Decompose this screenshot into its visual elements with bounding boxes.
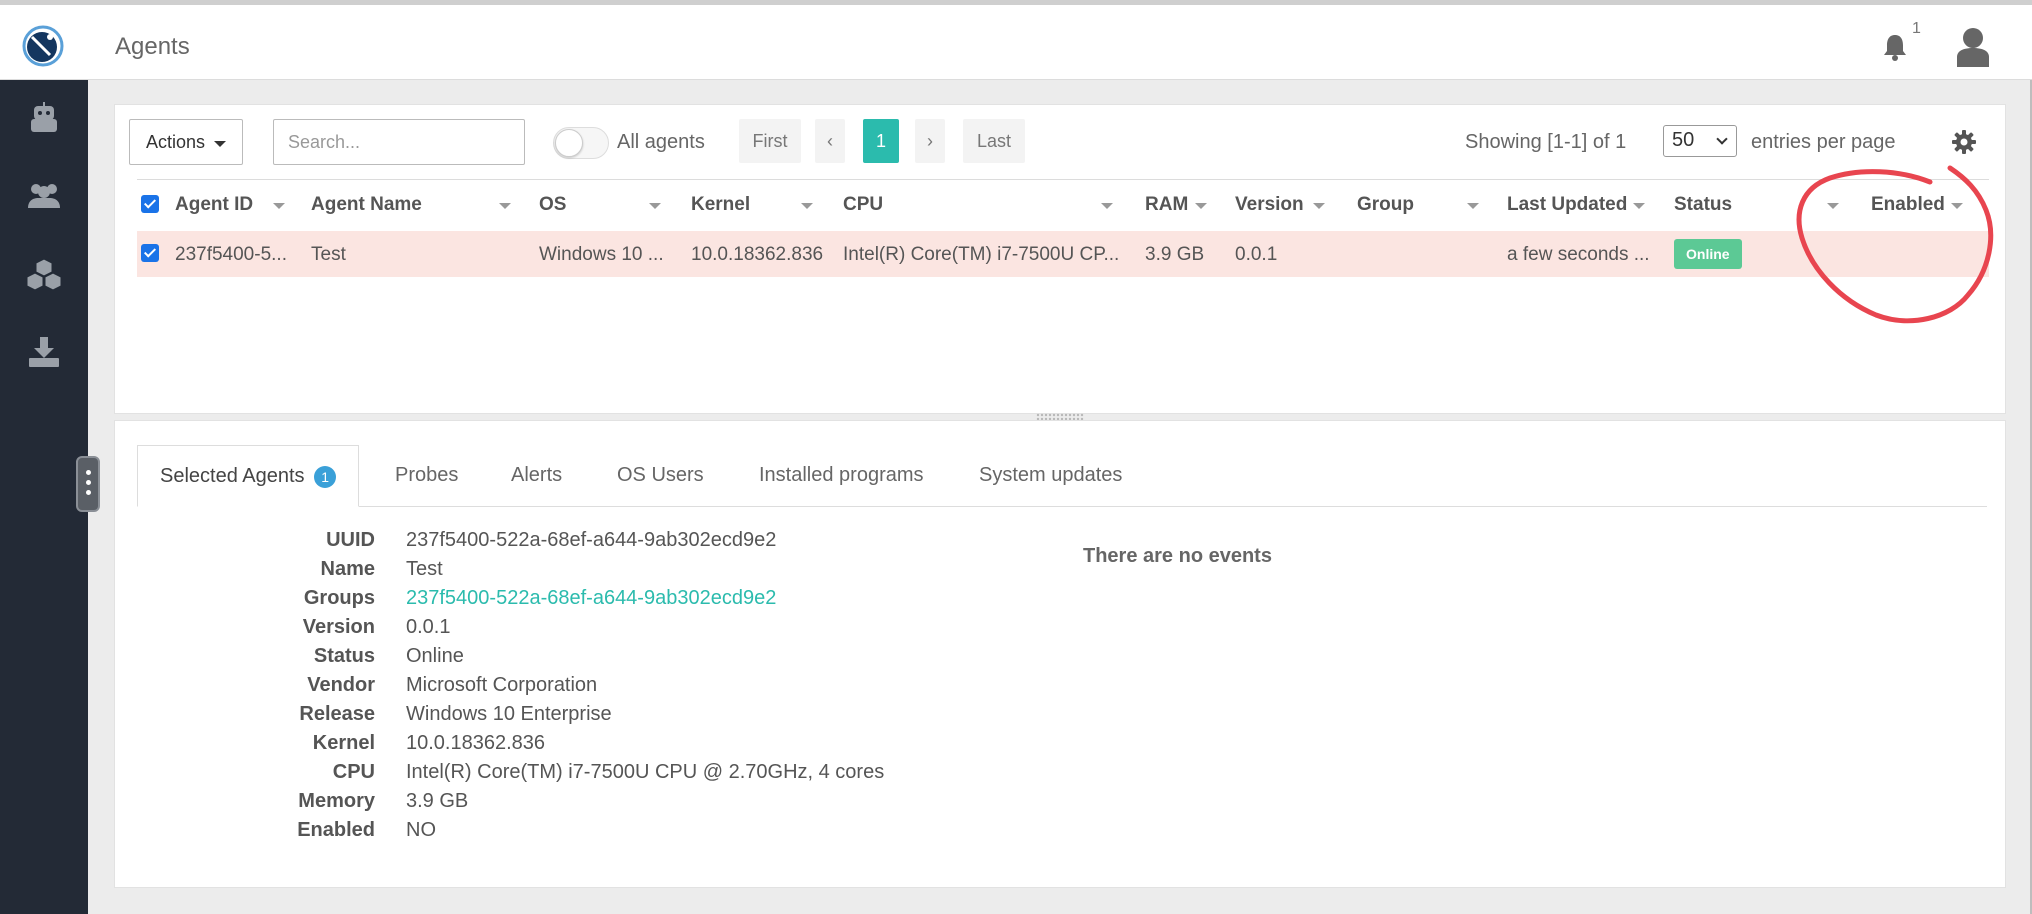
cpu-value: Intel(R) Core(TM) i7-7500U CPU @ 2.70GHz… (406, 761, 885, 783)
page-title: Agents (115, 33, 190, 60)
status-label: Status (313, 645, 375, 667)
robot-icon[interactable] (26, 100, 62, 136)
memory-label: Memory (298, 790, 375, 812)
per-page-select[interactable]: 50 (1663, 125, 1737, 157)
kernel-value: 10.0.18362.836 (406, 732, 546, 754)
sort-caret-icon[interactable] (1101, 203, 1113, 209)
tab-system-updates[interactable]: System updates (979, 445, 1122, 507)
kernel-label: Kernel (312, 732, 375, 754)
sort-caret-icon[interactable] (649, 203, 661, 209)
cell-cpu: Intel(R) Core(TM) i7-7500U CP... (843, 244, 1120, 265)
column-ram[interactable]: RAM (1145, 194, 1188, 216)
sort-caret-icon[interactable] (499, 203, 511, 209)
column-kernel[interactable]: Kernel (691, 194, 750, 216)
vendor-label: Vendor (307, 674, 375, 696)
users-icon[interactable] (26, 178, 62, 214)
cell-version: 0.0.1 (1235, 244, 1278, 265)
column-enabled[interactable]: Enabled (1871, 194, 1945, 216)
details-tabs: Selected Agents 1 Probes Alerts OS Users… (137, 445, 1987, 507)
column-version[interactable]: Version (1235, 194, 1304, 216)
sort-caret-icon[interactable] (1951, 203, 1963, 209)
showing-count: Showing [1-1] of 1 (1465, 131, 1627, 153)
row-checkbox[interactable] (141, 244, 159, 262)
download-icon[interactable] (26, 334, 62, 370)
pagination-prev[interactable]: ‹ (815, 119, 845, 163)
bell-icon[interactable] (1880, 32, 1910, 62)
column-status[interactable]: Status (1674, 194, 1732, 216)
tab-probes[interactable]: Probes (395, 445, 458, 507)
cpu-label: CPU (332, 761, 375, 783)
caret-down-icon (214, 141, 226, 147)
pagination-last[interactable]: Last (963, 119, 1025, 163)
release-label: Release (299, 703, 375, 725)
cell-os: Windows 10 ... (539, 244, 664, 265)
column-last-updated[interactable]: Last Updated (1507, 194, 1627, 216)
all-agents-label: All agents (617, 131, 705, 153)
column-group[interactable]: Group (1357, 194, 1414, 216)
column-os[interactable]: OS (539, 194, 566, 216)
cell-agent-id: 237f5400-5... (175, 244, 287, 265)
uuid-label: UUID (326, 529, 375, 551)
sort-caret-icon[interactable] (1313, 203, 1325, 209)
actions-dropdown-button[interactable]: Actions (129, 119, 243, 165)
per-page-label: entries per page (1751, 131, 1896, 153)
table-row[interactable]: 237f5400-5... Test Windows 10 ... 10.0.1… (137, 231, 1989, 277)
sidebar-toggle-handle[interactable] (76, 456, 100, 512)
cubes-icon[interactable] (26, 256, 62, 292)
chevron-down-icon (1716, 133, 1728, 145)
pagination-page-1[interactable]: 1 (863, 119, 899, 163)
vendor-value: Microsoft Corporation (406, 674, 598, 696)
pagination-next[interactable]: › (915, 119, 945, 163)
tab-alerts[interactable]: Alerts (511, 445, 562, 507)
tab-selected-agents[interactable]: Selected Agents 1 (137, 445, 360, 507)
column-agent-id[interactable]: Agent ID (175, 194, 253, 216)
column-cpu[interactable]: CPU (843, 194, 883, 216)
memory-value: 3.9 GB (406, 790, 469, 812)
user-icon[interactable] (1955, 27, 1991, 67)
sidebar (0, 80, 88, 914)
sort-caret-icon[interactable] (1633, 203, 1645, 209)
sort-caret-icon[interactable] (1827, 203, 1839, 209)
per-page-value: 50 (1672, 129, 1695, 151)
groups-label: Groups (303, 587, 375, 609)
no-events-message: There are no events (1083, 545, 1272, 567)
enabled-label: Enabled (297, 819, 375, 841)
all-agents-toggle[interactable] (553, 127, 609, 159)
search-input[interactable] (273, 119, 525, 165)
cell-last-updated: a few seconds ... (1507, 244, 1650, 265)
name-label: Name (320, 558, 375, 580)
status-badge: Online (1674, 239, 1742, 269)
name-value: Test (406, 558, 443, 580)
enabled-value: NO (406, 819, 436, 841)
status-value: Online (406, 645, 464, 667)
agents-table-panel: Actions All agents First ‹ 1 › Last Show… (114, 104, 2006, 414)
version-label: Version (302, 616, 375, 638)
actions-label: Actions (146, 132, 206, 152)
column-agent-name[interactable]: Agent Name (311, 194, 422, 216)
tab-os-users[interactable]: OS Users (617, 445, 704, 507)
groups-link[interactable]: 237f5400-522a-68ef-a644-9ab302ecd9e2 (406, 587, 776, 610)
sort-caret-icon[interactable] (1195, 203, 1207, 209)
top-bar: Agents 1 (0, 0, 2032, 80)
cell-ram: 3.9 GB (1145, 244, 1205, 265)
notification-count: 1 (1912, 20, 1921, 37)
pagination-first[interactable]: First (739, 119, 801, 163)
tab-installed-programs[interactable]: Installed programs (759, 445, 924, 507)
sort-caret-icon[interactable] (801, 203, 813, 209)
app-logo[interactable] (22, 25, 64, 67)
uuid-value: 237f5400-522a-68ef-a644-9ab302ecd9e2 (406, 529, 777, 551)
sort-caret-icon[interactable] (273, 203, 285, 209)
sort-caret-icon[interactable] (1467, 203, 1479, 209)
table-header: Agent ID Agent Name OS Kernel CPU RAM Ve… (137, 179, 1989, 227)
tab-label: Selected Agents (160, 465, 305, 487)
agent-details-panel: Selected Agents 1 Probes Alerts OS Users… (114, 420, 2006, 888)
version-value: 0.0.1 (406, 616, 451, 638)
gear-icon[interactable] (1951, 129, 1977, 155)
cell-kernel: 10.0.18362.836 (691, 244, 824, 265)
release-value: Windows 10 Enterprise (406, 703, 612, 725)
cell-agent-name: Test (311, 244, 346, 265)
select-all-checkbox[interactable] (141, 195, 159, 213)
selected-count-badge: 1 (314, 465, 337, 488)
